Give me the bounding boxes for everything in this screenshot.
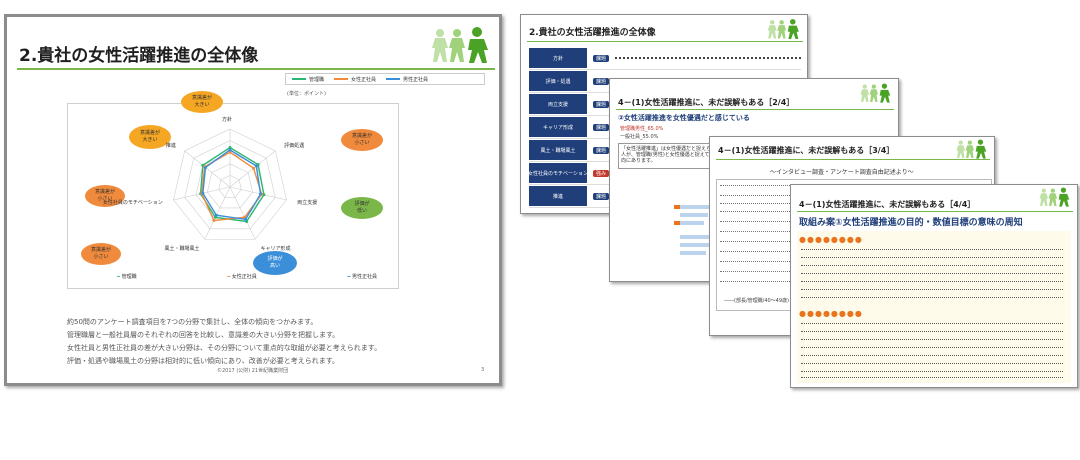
row-text (615, 57, 801, 59)
body-line: 管理職層と一般社員層のそれぞれの回答を比較し、意識差の大きい分野を把握します。 (67, 331, 340, 339)
bar-chart-small (674, 205, 714, 255)
status-badge: 課題 (593, 192, 610, 200)
row-label: 推進 (529, 186, 587, 206)
stat-line: 管理職男性_65.0% (620, 126, 664, 132)
slide-misunderstanding-4[interactable]: 4－(1)女性活躍推進に、未だ誤解もある［4/4］ 取組み案①女性活躍推進の目的… (790, 184, 1078, 388)
callout-bubble: 意識差が 大きい (181, 91, 223, 113)
row-label: キャリア形成 (529, 117, 587, 137)
radar-point (204, 165, 208, 169)
title-underline (17, 68, 495, 70)
people-icon (767, 19, 799, 39)
row-label: 風土・職場風土 (529, 140, 587, 160)
placeholder-line (801, 331, 1063, 332)
chart-legend: 管理職 女性正社員 男性正社員 (285, 73, 485, 85)
callout-bubble: 評価が 高い (253, 251, 297, 275)
placeholder-line (801, 257, 1063, 258)
slide-title: 4－(1)女性活躍推進に、未だ誤解もある［2/4］ (618, 98, 795, 107)
title-underline (527, 41, 803, 42)
placeholder-line (801, 273, 1063, 274)
placeholder-line (801, 339, 1063, 340)
radar-point (259, 192, 263, 196)
placeholder-line (801, 371, 1063, 372)
radar-axis-label: 方針 (222, 117, 233, 123)
radar-point (212, 218, 216, 222)
legend-note: (単位：ポイント) (287, 91, 326, 97)
stat-line: 一般社員_55.0% (620, 134, 659, 140)
quote-caption: ――(部長/管理職/40～49歳) (724, 298, 789, 304)
people-icon (860, 83, 891, 103)
callout-bubble: 意識差が 小さい (81, 243, 121, 265)
radar-point (201, 191, 205, 195)
radar-axis-label: 女性社員のモチベーション (102, 200, 163, 207)
placeholder-line (801, 297, 1063, 298)
slide-subtitle: ②女性活躍推進を女性優遇だと感じている (618, 114, 750, 122)
placeholder-line (801, 289, 1063, 290)
slide-overview[interactable]: 2.貴社の女性活躍推進の全体像 管理職 女性正社員 男性正社員 (単位：ポイント… (4, 14, 502, 386)
row-label: 女性社員のモチベーション (528, 163, 588, 183)
legend-item: ━ 男性正社員 (347, 274, 377, 280)
row-label: 方針 (529, 48, 587, 68)
placeholder-line (801, 355, 1063, 356)
slide-footer: ©2017 (公財) 21世紀職業財団 (217, 368, 289, 374)
radar-axis-label: 風土・職場風土 (164, 246, 200, 253)
placeholder-line (801, 377, 1063, 378)
radar-point (228, 148, 232, 152)
row-label: 評価・処遇 (529, 71, 587, 91)
legend-item: 女性正社員 (334, 76, 376, 83)
placeholder-line (801, 281, 1063, 282)
placeholder-line (801, 363, 1063, 364)
placeholder-line (801, 323, 1063, 324)
page-number: 3 (481, 367, 485, 373)
callout-bubble: 意識差が 小さい (341, 129, 383, 151)
status-badge: 強み (593, 169, 610, 177)
radar-axis-label: キャリア形成 (260, 246, 291, 253)
placeholder-line (801, 347, 1063, 348)
radar-spoke (204, 186, 231, 240)
slide-title: 2.貴社の女性活躍推進の全体像 (19, 46, 259, 66)
callout-bubble: 評価が 低い (341, 197, 383, 219)
body-line: 女性社員と男性正社員の差が大きい分野は、その分野について重点的な取組が必要と考え… (67, 344, 382, 352)
placeholder-line (801, 249, 1063, 250)
body-line: 評価・処遇や職場風土の分野は相対的に低い傾向にあり、改善が必要と考えられます。 (67, 357, 340, 365)
title-underline (616, 109, 894, 110)
status-badge: 課題 (593, 77, 610, 85)
radar-axis-label: 推進 (165, 142, 176, 149)
radar-point (254, 164, 258, 168)
radar-axis-label: 評価処遇 (284, 142, 305, 149)
radar-point (214, 213, 218, 217)
people-icon (431, 27, 495, 63)
chart-bottom-legend: ━ 管理職 ━ 女性正社員 ━ 男性正社員 (117, 273, 377, 280)
status-badge: 課題 (593, 123, 610, 131)
body-text: 約50問のアンケート調査項目を7つの分野で集計し、全体の傾向をつかみます。 管理… (67, 317, 487, 366)
legend-item: 管理職 (292, 76, 324, 83)
row-label: 両立支援 (529, 94, 587, 114)
placeholder-line (801, 265, 1063, 266)
legend-item: ━ 女性正社員 (227, 274, 257, 280)
table-row: 方針 課題 (529, 47, 801, 70)
body-line: 約50問のアンケート調査項目を7つの分野で集計し、全体の傾向をつかみます。 (67, 318, 318, 326)
legend-item: 男性正社員 (386, 76, 428, 83)
status-badge: 課題 (593, 146, 610, 154)
radar-axis-label: 両立支援 (297, 200, 318, 207)
radar-point (252, 166, 256, 170)
radar-point (244, 217, 248, 221)
legend-item: ━ 管理職 (117, 274, 137, 280)
placeholder-lines (791, 185, 1077, 387)
radar-chart (173, 128, 287, 240)
callout-bubble: 意識差が 大きい (129, 125, 171, 149)
status-badge: 課題 (593, 54, 610, 62)
slide-title: 2.貴社の女性活躍推進の全体像 (529, 28, 656, 38)
status-badge: 課題 (593, 100, 610, 108)
